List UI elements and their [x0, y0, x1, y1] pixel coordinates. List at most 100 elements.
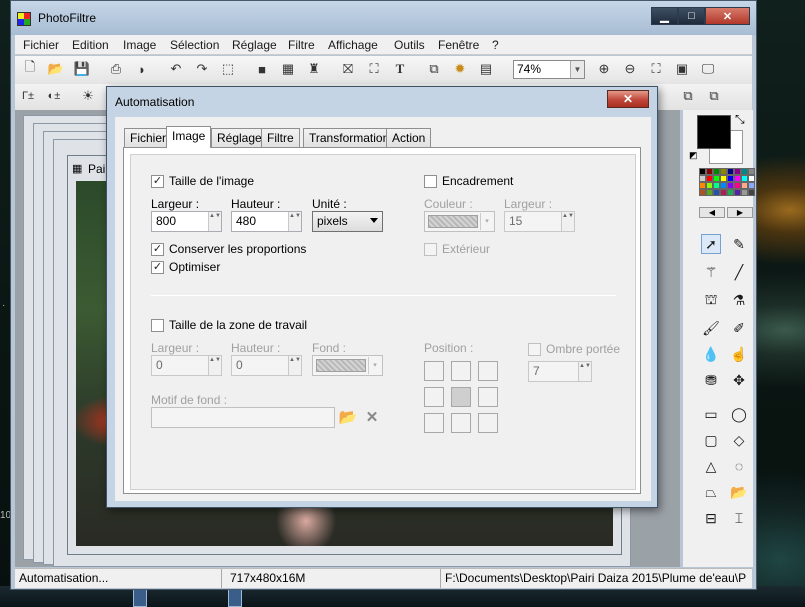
- menu-fenetre[interactable]: Fenêtre: [438, 38, 479, 52]
- keep-ratio-checkbox[interactable]: ✓: [151, 243, 164, 256]
- palette-color[interactable]: [741, 189, 748, 196]
- window-icon[interactable]: ▤: [477, 60, 495, 78]
- palette-color[interactable]: [720, 182, 727, 189]
- fill-bucket-icon[interactable]: ⛫: [701, 290, 721, 310]
- tab-image[interactable]: Image: [166, 126, 212, 148]
- palette-color[interactable]: [713, 189, 720, 196]
- palette-color[interactable]: [727, 189, 734, 196]
- position-center[interactable]: [451, 387, 471, 407]
- palette-color[interactable]: [727, 182, 734, 189]
- grayscale-icon[interactable]: ■: [253, 60, 271, 78]
- blur-drop-icon[interactable]: 💧: [701, 344, 721, 364]
- chevron-down-icon[interactable]: ▼: [570, 61, 584, 78]
- position-top-right[interactable]: [478, 361, 498, 381]
- filter-a-icon[interactable]: ⛝: [339, 60, 357, 78]
- plugin-icon[interactable]: ✹: [451, 60, 469, 78]
- width-input[interactable]: 800 ▲▼: [151, 211, 222, 232]
- unit-select[interactable]: pixels: [312, 211, 383, 232]
- close-button[interactable]: ✕: [705, 7, 750, 25]
- line-tool-icon[interactable]: ╱: [729, 262, 749, 282]
- workspace-size-checkbox[interactable]: [151, 319, 164, 332]
- zoom-out-icon[interactable]: ⊖: [621, 60, 639, 78]
- eyedropper-icon[interactable]: ✎: [729, 234, 749, 254]
- palette-color[interactable]: [699, 175, 706, 182]
- auto-levels-icon[interactable]: Γ±: [19, 87, 37, 105]
- optimize-checkbox[interactable]: ✓: [151, 261, 164, 274]
- fullscreen-icon[interactable]: 🖵: [699, 60, 717, 78]
- palette-color[interactable]: [699, 189, 706, 196]
- minimize-button[interactable]: ▁: [651, 7, 678, 25]
- smudge-icon[interactable]: ☝: [729, 344, 749, 364]
- move-icon[interactable]: ✥: [729, 370, 749, 390]
- ellipse-icon[interactable]: ◯: [729, 404, 749, 424]
- tab-filtre[interactable]: Filtre: [261, 128, 300, 147]
- text-tool-icon[interactable]: T: [391, 60, 409, 78]
- palette-prev-button[interactable]: ◀: [699, 207, 725, 218]
- lasso-icon[interactable]: ◌: [729, 456, 749, 476]
- palette-color[interactable]: [706, 175, 713, 182]
- palette-color[interactable]: [713, 175, 720, 182]
- position-left[interactable]: [424, 387, 444, 407]
- polygon-icon[interactable]: ⏢: [701, 482, 721, 502]
- stamp-icon[interactable]: ⛃: [701, 370, 721, 390]
- open-shape-icon[interactable]: 📂: [729, 482, 749, 502]
- palette-icon[interactable]: ▦: [279, 60, 297, 78]
- filter-b-icon[interactable]: ⛶: [365, 60, 383, 78]
- ws-height-input[interactable]: 0 ▲▼: [231, 355, 302, 376]
- brightness-icon[interactable]: ☀: [79, 87, 97, 105]
- zoom-select[interactable]: 74% ▼: [513, 60, 585, 79]
- scan-icon[interactable]: ◗: [133, 60, 151, 78]
- palette-color[interactable]: [720, 175, 727, 182]
- menu-outils[interactable]: Outils: [394, 38, 425, 52]
- advanced-brush-icon[interactable]: ✐: [729, 318, 749, 338]
- redo-icon[interactable]: ↷: [193, 60, 211, 78]
- automation-icon[interactable]: ♜: [305, 60, 323, 78]
- spin-arrows-icon[interactable]: ▲▼: [208, 356, 221, 375]
- spin-arrows-icon[interactable]: ▲▼: [561, 212, 574, 231]
- palette-color[interactable]: [748, 175, 755, 182]
- ws-width-input[interactable]: 0 ▲▼: [151, 355, 222, 376]
- position-bottom-left[interactable]: [424, 413, 444, 433]
- layer-b-icon[interactable]: ⧉: [705, 87, 723, 105]
- palette-color[interactable]: [706, 182, 713, 189]
- palette-color[interactable]: [741, 182, 748, 189]
- palette-color[interactable]: [699, 168, 706, 175]
- spin-arrows-icon[interactable]: ▲▼: [208, 212, 221, 231]
- title-bar[interactable]: PhotoFiltre ▁ □ ✕: [11, 1, 756, 35]
- palette-color[interactable]: [706, 189, 713, 196]
- pattern-input[interactable]: [151, 407, 335, 428]
- palette-next-button[interactable]: ▶: [727, 207, 753, 218]
- spin-arrows-icon[interactable]: ▲▼: [288, 356, 301, 375]
- menu-fichier[interactable]: Fichier: [23, 38, 59, 52]
- spin-arrows-icon[interactable]: ▲▼: [288, 212, 301, 231]
- swap-colors-icon[interactable]: ⤡: [735, 112, 745, 127]
- layer-a-icon[interactable]: ⧉: [679, 87, 697, 105]
- fit-window-icon[interactable]: ⛶: [647, 60, 665, 78]
- menu-reglage[interactable]: Réglage: [232, 38, 277, 52]
- rounded-rect-icon[interactable]: ▢: [701, 430, 721, 450]
- position-top[interactable]: [451, 361, 471, 381]
- menu-image[interactable]: Image: [123, 38, 156, 52]
- position-top-left[interactable]: [424, 361, 444, 381]
- zoom-in-icon[interactable]: ⊕: [595, 60, 613, 78]
- dialog-close-button[interactable]: ✕: [607, 90, 649, 108]
- magic-wand-icon[interactable]: ⚚: [701, 262, 721, 282]
- foreground-color-swatch[interactable]: [697, 115, 731, 149]
- menu-selection[interactable]: Sélection: [170, 38, 219, 52]
- tab-fichier[interactable]: Fichier: [124, 128, 173, 147]
- taskbar-item[interactable]: [228, 589, 242, 607]
- tab-action[interactable]: Action: [386, 128, 432, 147]
- menu-edition[interactable]: Edition: [72, 38, 109, 52]
- position-bottom[interactable]: [451, 413, 471, 433]
- palette-color[interactable]: [734, 182, 741, 189]
- palette-color[interactable]: [720, 168, 727, 175]
- palette-color[interactable]: [727, 175, 734, 182]
- palette-color[interactable]: [706, 168, 713, 175]
- palette-color[interactable]: [748, 182, 755, 189]
- open-folder-icon[interactable]: 📂: [47, 60, 65, 78]
- explorer-icon[interactable]: ⧉: [425, 60, 443, 78]
- palette-color[interactable]: [713, 168, 720, 175]
- position-bottom-right[interactable]: [478, 413, 498, 433]
- palette-color[interactable]: [699, 182, 706, 189]
- triangle-icon[interactable]: △: [701, 456, 721, 476]
